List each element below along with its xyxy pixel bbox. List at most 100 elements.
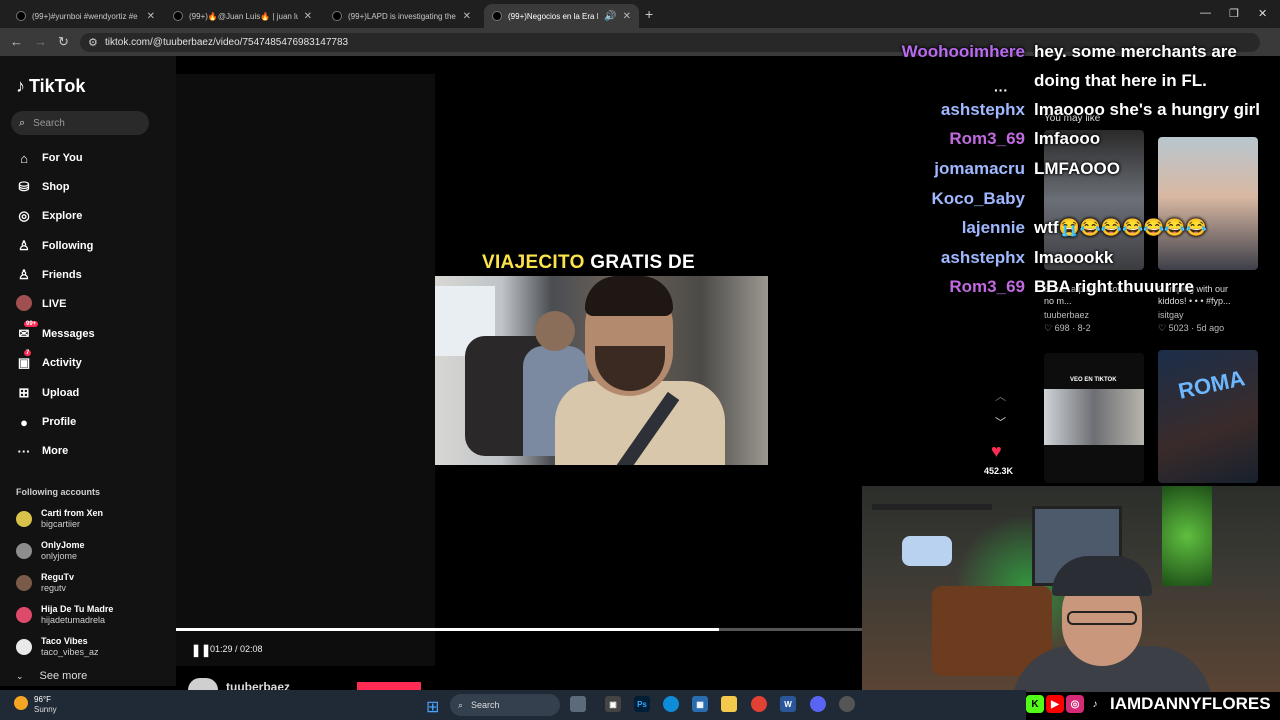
- profile-icon: ●: [20, 414, 28, 430]
- nav-label: LIVE: [42, 298, 67, 310]
- nav-more[interactable]: ··· More: [16, 441, 69, 461]
- sun-icon[interactable]: [14, 696, 28, 710]
- browser-tab-3[interactable]: (99+)LAPD is investigating the ✕: [324, 4, 479, 28]
- following-account[interactable]: OnlyJome onlyjome: [16, 540, 85, 562]
- search-input[interactable]: ⌕ Search: [11, 111, 149, 135]
- mute-tab-icon[interactable]: 🔊: [604, 11, 616, 22]
- account-name: Carti from Xen: [41, 508, 104, 518]
- site-info-icon[interactable]: ⚙: [88, 36, 98, 49]
- word-icon[interactable]: W: [780, 696, 796, 712]
- following-account[interactable]: Hija De Tu Madre hijadetumadrela: [16, 604, 113, 626]
- tiktok-logo[interactable]: ♪ TikTok: [16, 76, 85, 97]
- recommended-thumbnail[interactable]: VEO EN TIKTOK: [1044, 353, 1144, 483]
- chat-message: hey. some merchants are: [1034, 42, 1237, 61]
- close-window-button[interactable]: ✕: [1258, 7, 1267, 20]
- activity-badge: 7: [24, 350, 32, 356]
- new-tab-button[interactable]: +: [645, 6, 653, 22]
- close-tab-icon[interactable]: ✕: [463, 11, 471, 22]
- chevron-down-icon[interactable]: ﹀: [995, 414, 1006, 430]
- nav-explore[interactable]: ◎ Explore: [16, 206, 82, 226]
- pause-button[interactable]: ❚❚: [191, 643, 211, 657]
- thumbnail-overlay-text: VEO EN TIKTOK: [1070, 377, 1117, 383]
- more-options-icon[interactable]: ···: [994, 82, 1008, 98]
- nav-friends[interactable]: ♙ Friends: [16, 265, 82, 285]
- account-user: hijadetumadrela: [41, 615, 106, 625]
- recommended-user[interactable]: tuuberbaez: [1044, 310, 1089, 320]
- close-tab-icon[interactable]: ✕: [304, 11, 312, 22]
- tab-title: (99+)Negocios en la Era Di: [508, 11, 599, 21]
- nav-for-you[interactable]: ⌂ For You: [16, 148, 82, 168]
- chat-message: doing that here in FL.: [1034, 71, 1207, 90]
- nav-live[interactable]: LIVE: [16, 294, 66, 314]
- nav-activity[interactable]: ▣ 7 Activity: [16, 350, 82, 373]
- store-icon[interactable]: ▦: [692, 696, 708, 712]
- follow-button[interactable]: [357, 682, 421, 690]
- account-name: Taco Vibes: [41, 636, 88, 646]
- see-more-link[interactable]: ⌄ See more: [16, 670, 87, 682]
- browser-tab-1[interactable]: (99+)#yurnboi #wendyortiz #e ✕: [8, 4, 163, 28]
- browser-tab-active[interactable]: (99+)Negocios en la Era Di 🔊 ✕: [484, 4, 639, 28]
- discord-icon[interactable]: [810, 696, 826, 712]
- windows-start-icon[interactable]: ⊞: [426, 697, 439, 717]
- video-timecode: 01:29 / 02:08: [210, 644, 263, 654]
- nav-shop[interactable]: ⛁ Shop: [16, 177, 70, 197]
- thumbnail-overlay-text: ROMA: [1176, 365, 1247, 404]
- chat-username: Rom3_69: [949, 277, 1025, 296]
- chat-username: ashstephx: [940, 248, 1025, 267]
- back-button[interactable]: ←: [10, 34, 23, 49]
- nav-label: Messages: [42, 328, 95, 340]
- recommended-user[interactable]: isitgay: [1158, 310, 1184, 320]
- shop-icon: ⛁: [18, 179, 30, 194]
- account-user: taco_vibes_az: [41, 647, 99, 657]
- nav-label: More: [42, 445, 69, 457]
- nav-following[interactable]: ♙ Following: [16, 236, 93, 256]
- widgets-app-icon[interactable]: [570, 696, 586, 712]
- obs-icon[interactable]: [839, 696, 855, 712]
- edge-icon[interactable]: [663, 696, 679, 712]
- search-placeholder: Search: [33, 117, 65, 129]
- messages-icon: ✉ 99+: [18, 321, 39, 341]
- creator-avatar[interactable]: [188, 678, 218, 690]
- recommended-thumbnail[interactable]: ROMA: [1158, 350, 1258, 483]
- following-account[interactable]: ReguTv regutv: [16, 572, 74, 594]
- nav-label: Friends: [42, 269, 82, 281]
- video-progress-fill[interactable]: [176, 628, 719, 631]
- weather-condition[interactable]: Sunny: [34, 705, 57, 714]
- minimize-button[interactable]: —: [1200, 7, 1211, 19]
- url-text[interactable]: tiktok.com/@tuuberbaez/video/75474854769…: [105, 37, 348, 48]
- account-user: regutv: [41, 583, 67, 593]
- close-tab-icon[interactable]: ✕: [147, 11, 155, 22]
- reload-button[interactable]: ↻: [58, 34, 69, 50]
- nav-profile[interactable]: ● Profile: [16, 412, 76, 432]
- recommended-thumbnail[interactable]: [1158, 137, 1258, 270]
- maximize-button[interactable]: ❐: [1229, 7, 1239, 20]
- chrome-icon[interactable]: [751, 696, 767, 712]
- avatar: [16, 607, 32, 623]
- avatar: [16, 543, 32, 559]
- browser-tab-2[interactable]: (99+)🔥@Juan Luis🔥 | juan lu ✕: [165, 4, 320, 28]
- like-heart-icon[interactable]: ♥: [991, 441, 1002, 462]
- following-account[interactable]: Carti from Xen bigcartiier: [16, 508, 103, 530]
- taskbar-search[interactable]: ⌕ Search: [450, 694, 560, 716]
- tiktok-favicon-icon: [492, 11, 502, 21]
- nav-upload[interactable]: ⊞ Upload: [16, 383, 80, 403]
- account-user: onlyjome: [41, 551, 78, 561]
- friends-icon: ♙: [18, 267, 30, 282]
- tiktok-favicon-icon: [16, 11, 26, 21]
- chat-username: jomamacru: [934, 159, 1025, 178]
- task-view-icon[interactable]: ▣: [605, 696, 621, 712]
- nav-messages[interactable]: ✉ 99+ Messages: [16, 321, 95, 344]
- close-tab-icon[interactable]: ✕: [623, 11, 631, 22]
- following-icon: ♙: [18, 238, 30, 253]
- following-account[interactable]: Taco Vibes taco_vibes_az: [16, 636, 99, 658]
- file-explorer-icon[interactable]: [721, 696, 737, 712]
- photoshop-icon[interactable]: Ps: [634, 696, 650, 712]
- video-frame-car-interior: [435, 276, 768, 465]
- tab-title: (99+)LAPD is investigating the: [348, 11, 456, 21]
- activity-icon: ▣ 7: [17, 350, 32, 370]
- caption-white-text: GRATIS DE: [590, 252, 695, 273]
- tiktok-note-icon: ♪: [16, 76, 25, 96]
- chevron-up-icon[interactable]: ︿: [995, 388, 1006, 404]
- weather-temp[interactable]: 96°F: [34, 695, 51, 704]
- forward-button[interactable]: →: [34, 34, 47, 49]
